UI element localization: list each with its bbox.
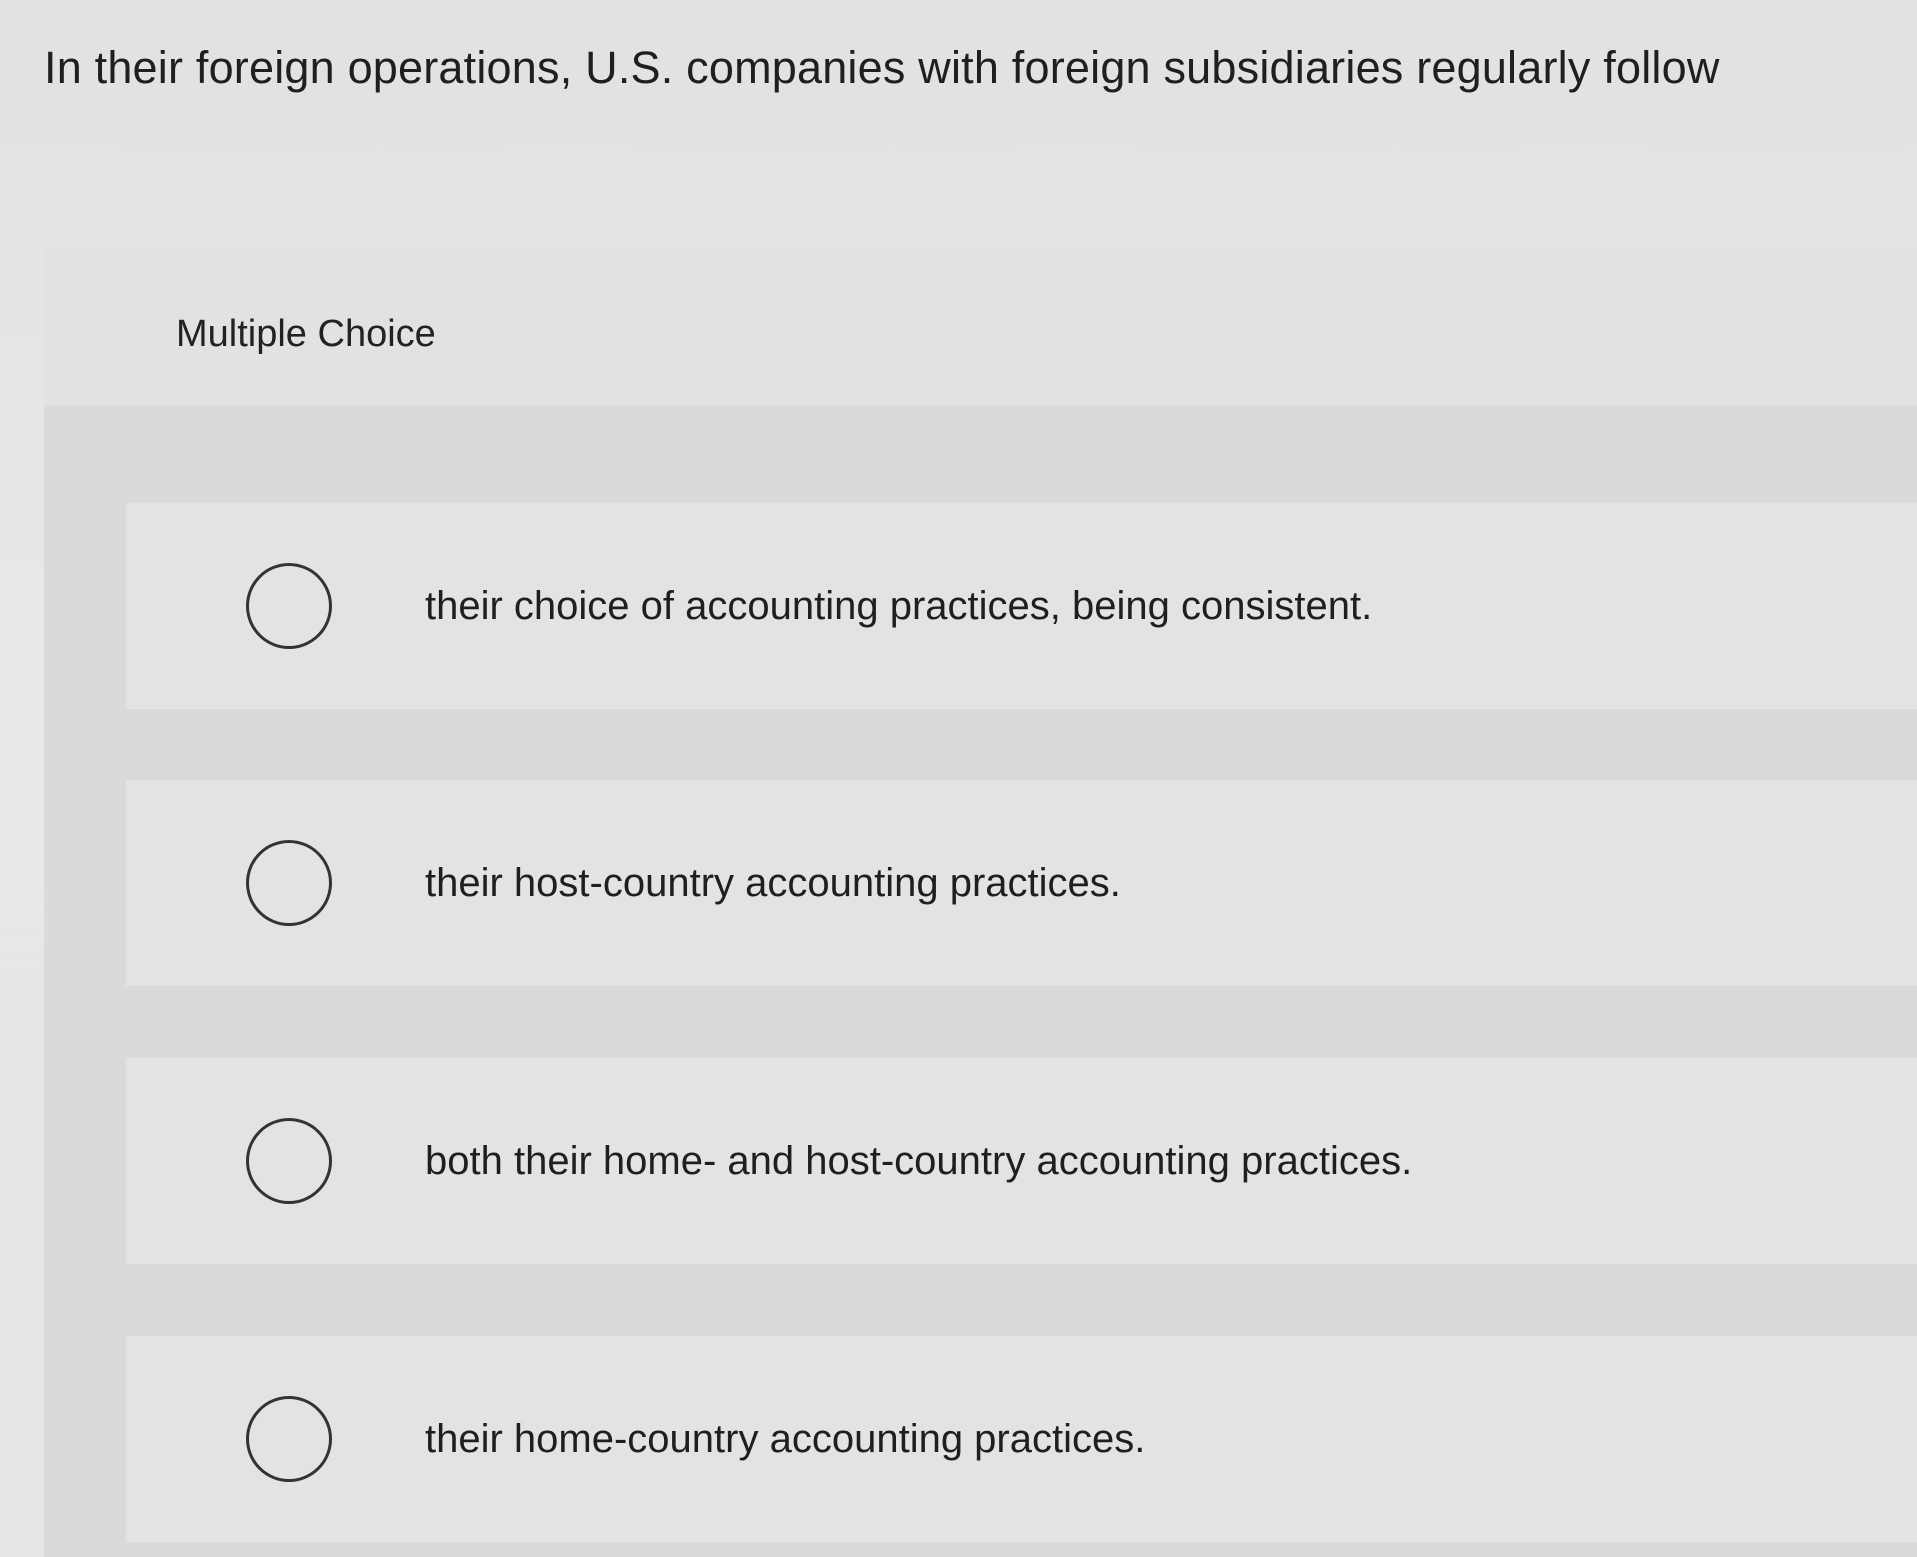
answer-option-2[interactable]: their host-country accounting practices. xyxy=(126,780,1917,986)
panel-title: Multiple Choice xyxy=(176,313,436,355)
panel-header: Multiple Choice xyxy=(44,250,1917,406)
answer-option-4[interactable]: their home-country accounting practices. xyxy=(126,1336,1917,1542)
answer-option-3[interactable]: both their home- and host-country accoun… xyxy=(126,1058,1917,1264)
answer-option-label: their home-country accounting practices. xyxy=(425,1417,1146,1461)
answer-option-1[interactable]: their choice of accounting practices, be… xyxy=(126,503,1917,709)
radio-button-icon[interactable] xyxy=(246,563,332,649)
answer-option-label: their choice of accounting practices, be… xyxy=(425,584,1373,628)
radio-button-icon[interactable] xyxy=(246,840,332,926)
question-text: In their foreign operations, U.S. compan… xyxy=(44,42,1720,93)
radio-button-icon[interactable] xyxy=(246,1118,332,1204)
answer-option-label: their host-country accounting practices. xyxy=(425,861,1121,905)
radio-button-icon[interactable] xyxy=(246,1396,332,1482)
multiple-choice-panel: Multiple Choice their choice of accounti… xyxy=(44,250,1917,1557)
answer-option-label: both their home- and host-country accoun… xyxy=(425,1139,1413,1183)
